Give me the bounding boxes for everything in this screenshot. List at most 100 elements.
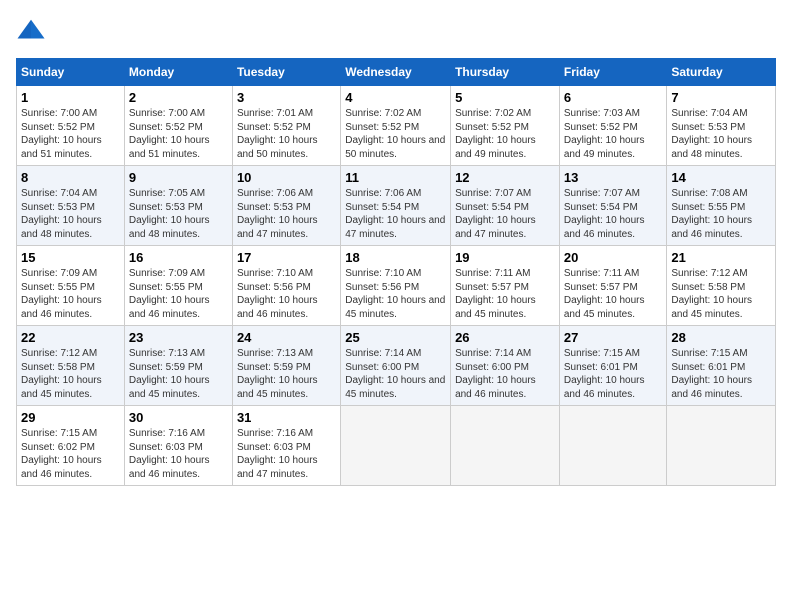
day-info: Sunrise: 7:09 AMSunset: 5:55 PMDaylight:… <box>21 267 120 321</box>
calendar-cell <box>667 406 776 486</box>
day-info: Sunrise: 7:14 AMSunset: 6:00 PMDaylight:… <box>455 347 555 401</box>
calendar-cell: 19 Sunrise: 7:11 AMSunset: 5:57 PMDaylig… <box>451 246 560 326</box>
calendar-body: 1 Sunrise: 7:00 AMSunset: 5:52 PMDayligh… <box>17 86 776 486</box>
day-info: Sunrise: 7:07 AMSunset: 5:54 PMDaylight:… <box>455 187 555 241</box>
day-number: 29 <box>21 410 120 425</box>
day-number: 15 <box>21 250 120 265</box>
day-info: Sunrise: 7:07 AMSunset: 5:54 PMDaylight:… <box>564 187 663 241</box>
day-info: Sunrise: 7:02 AMSunset: 5:52 PMDaylight:… <box>455 107 555 161</box>
calendar-cell: 21 Sunrise: 7:12 AMSunset: 5:58 PMDaylig… <box>667 246 776 326</box>
calendar-header: SundayMondayTuesdayWednesdayThursdayFrid… <box>17 59 776 86</box>
day-number: 28 <box>671 330 771 345</box>
calendar-cell: 7 Sunrise: 7:04 AMSunset: 5:53 PMDayligh… <box>667 86 776 166</box>
header <box>16 16 776 46</box>
day-number: 22 <box>21 330 120 345</box>
header-day-saturday: Saturday <box>667 59 776 86</box>
week-row-1: 1 Sunrise: 7:00 AMSunset: 5:52 PMDayligh… <box>17 86 776 166</box>
day-info: Sunrise: 7:00 AMSunset: 5:52 PMDaylight:… <box>129 107 228 161</box>
day-info: Sunrise: 7:06 AMSunset: 5:54 PMDaylight:… <box>345 187 446 241</box>
header-day-thursday: Thursday <box>451 59 560 86</box>
day-number: 2 <box>129 90 228 105</box>
day-info: Sunrise: 7:13 AMSunset: 5:59 PMDaylight:… <box>237 347 336 401</box>
calendar-cell: 3 Sunrise: 7:01 AMSunset: 5:52 PMDayligh… <box>232 86 340 166</box>
day-info: Sunrise: 7:01 AMSunset: 5:52 PMDaylight:… <box>237 107 336 161</box>
logo-icon <box>16 16 46 46</box>
day-number: 5 <box>455 90 555 105</box>
header-day-wednesday: Wednesday <box>341 59 451 86</box>
day-number: 1 <box>21 90 120 105</box>
calendar-cell: 8 Sunrise: 7:04 AMSunset: 5:53 PMDayligh… <box>17 166 125 246</box>
calendar-cell: 15 Sunrise: 7:09 AMSunset: 5:55 PMDaylig… <box>17 246 125 326</box>
calendar-cell <box>559 406 667 486</box>
day-number: 12 <box>455 170 555 185</box>
calendar-cell: 27 Sunrise: 7:15 AMSunset: 6:01 PMDaylig… <box>559 326 667 406</box>
calendar-cell: 17 Sunrise: 7:10 AMSunset: 5:56 PMDaylig… <box>232 246 340 326</box>
calendar-cell: 12 Sunrise: 7:07 AMSunset: 5:54 PMDaylig… <box>451 166 560 246</box>
day-number: 13 <box>564 170 663 185</box>
calendar-cell: 4 Sunrise: 7:02 AMSunset: 5:52 PMDayligh… <box>341 86 451 166</box>
day-number: 10 <box>237 170 336 185</box>
logo <box>16 16 50 46</box>
day-info: Sunrise: 7:16 AMSunset: 6:03 PMDaylight:… <box>237 427 336 481</box>
day-info: Sunrise: 7:04 AMSunset: 5:53 PMDaylight:… <box>671 107 771 161</box>
day-number: 21 <box>671 250 771 265</box>
week-row-3: 15 Sunrise: 7:09 AMSunset: 5:55 PMDaylig… <box>17 246 776 326</box>
day-number: 30 <box>129 410 228 425</box>
calendar-cell: 6 Sunrise: 7:03 AMSunset: 5:52 PMDayligh… <box>559 86 667 166</box>
day-number: 26 <box>455 330 555 345</box>
day-info: Sunrise: 7:08 AMSunset: 5:55 PMDaylight:… <box>671 187 771 241</box>
day-number: 7 <box>671 90 771 105</box>
day-info: Sunrise: 7:10 AMSunset: 5:56 PMDaylight:… <box>345 267 446 321</box>
day-info: Sunrise: 7:15 AMSunset: 6:01 PMDaylight:… <box>564 347 663 401</box>
day-number: 9 <box>129 170 228 185</box>
calendar-cell: 24 Sunrise: 7:13 AMSunset: 5:59 PMDaylig… <box>232 326 340 406</box>
calendar-cell: 20 Sunrise: 7:11 AMSunset: 5:57 PMDaylig… <box>559 246 667 326</box>
calendar-table: SundayMondayTuesdayWednesdayThursdayFrid… <box>16 58 776 486</box>
day-info: Sunrise: 7:11 AMSunset: 5:57 PMDaylight:… <box>455 267 555 321</box>
day-info: Sunrise: 7:16 AMSunset: 6:03 PMDaylight:… <box>129 427 228 481</box>
day-number: 8 <box>21 170 120 185</box>
day-info: Sunrise: 7:10 AMSunset: 5:56 PMDaylight:… <box>237 267 336 321</box>
calendar-cell: 14 Sunrise: 7:08 AMSunset: 5:55 PMDaylig… <box>667 166 776 246</box>
calendar-cell: 30 Sunrise: 7:16 AMSunset: 6:03 PMDaylig… <box>124 406 232 486</box>
header-day-friday: Friday <box>559 59 667 86</box>
day-number: 6 <box>564 90 663 105</box>
day-number: 11 <box>345 170 446 185</box>
header-day-sunday: Sunday <box>17 59 125 86</box>
week-row-4: 22 Sunrise: 7:12 AMSunset: 5:58 PMDaylig… <box>17 326 776 406</box>
day-number: 19 <box>455 250 555 265</box>
calendar-cell: 23 Sunrise: 7:13 AMSunset: 5:59 PMDaylig… <box>124 326 232 406</box>
day-info: Sunrise: 7:12 AMSunset: 5:58 PMDaylight:… <box>21 347 120 401</box>
calendar-cell: 9 Sunrise: 7:05 AMSunset: 5:53 PMDayligh… <box>124 166 232 246</box>
day-info: Sunrise: 7:11 AMSunset: 5:57 PMDaylight:… <box>564 267 663 321</box>
calendar-cell: 11 Sunrise: 7:06 AMSunset: 5:54 PMDaylig… <box>341 166 451 246</box>
calendar-cell: 28 Sunrise: 7:15 AMSunset: 6:01 PMDaylig… <box>667 326 776 406</box>
day-number: 4 <box>345 90 446 105</box>
calendar-cell: 5 Sunrise: 7:02 AMSunset: 5:52 PMDayligh… <box>451 86 560 166</box>
day-info: Sunrise: 7:06 AMSunset: 5:53 PMDaylight:… <box>237 187 336 241</box>
day-info: Sunrise: 7:15 AMSunset: 6:01 PMDaylight:… <box>671 347 771 401</box>
calendar-cell <box>341 406 451 486</box>
day-info: Sunrise: 7:05 AMSunset: 5:53 PMDaylight:… <box>129 187 228 241</box>
day-number: 16 <box>129 250 228 265</box>
day-info: Sunrise: 7:03 AMSunset: 5:52 PMDaylight:… <box>564 107 663 161</box>
day-info: Sunrise: 7:13 AMSunset: 5:59 PMDaylight:… <box>129 347 228 401</box>
day-info: Sunrise: 7:04 AMSunset: 5:53 PMDaylight:… <box>21 187 120 241</box>
calendar-cell <box>451 406 560 486</box>
header-day-tuesday: Tuesday <box>232 59 340 86</box>
week-row-5: 29 Sunrise: 7:15 AMSunset: 6:02 PMDaylig… <box>17 406 776 486</box>
header-day-monday: Monday <box>124 59 232 86</box>
day-number: 14 <box>671 170 771 185</box>
calendar-cell: 1 Sunrise: 7:00 AMSunset: 5:52 PMDayligh… <box>17 86 125 166</box>
calendar-cell: 25 Sunrise: 7:14 AMSunset: 6:00 PMDaylig… <box>341 326 451 406</box>
calendar-cell: 18 Sunrise: 7:10 AMSunset: 5:56 PMDaylig… <box>341 246 451 326</box>
calendar-cell: 2 Sunrise: 7:00 AMSunset: 5:52 PMDayligh… <box>124 86 232 166</box>
day-number: 24 <box>237 330 336 345</box>
calendar-cell: 26 Sunrise: 7:14 AMSunset: 6:00 PMDaylig… <box>451 326 560 406</box>
calendar-cell: 13 Sunrise: 7:07 AMSunset: 5:54 PMDaylig… <box>559 166 667 246</box>
day-number: 25 <box>345 330 446 345</box>
calendar-cell: 16 Sunrise: 7:09 AMSunset: 5:55 PMDaylig… <box>124 246 232 326</box>
calendar-cell: 29 Sunrise: 7:15 AMSunset: 6:02 PMDaylig… <box>17 406 125 486</box>
day-number: 20 <box>564 250 663 265</box>
day-number: 23 <box>129 330 228 345</box>
